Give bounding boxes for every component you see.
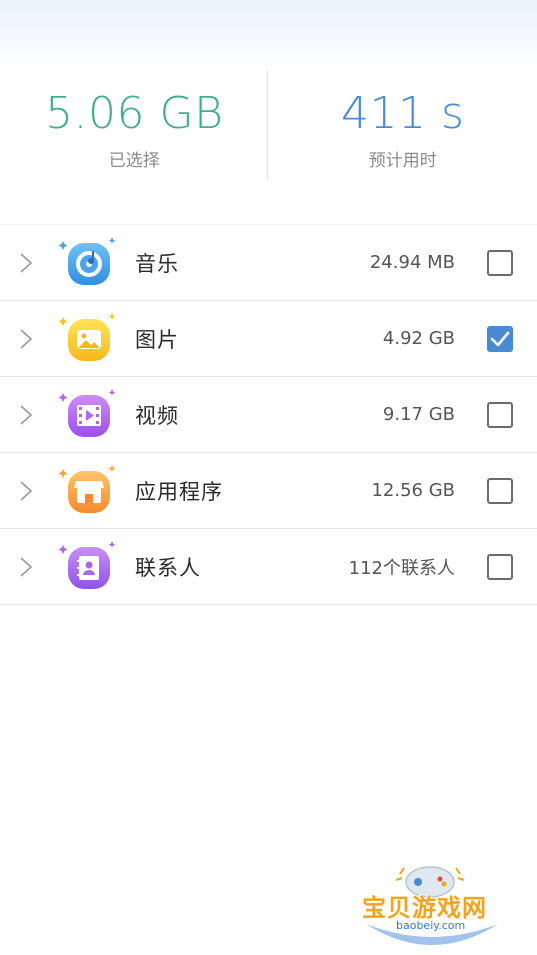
item-size: 4.92 GB — [382, 328, 455, 349]
chevron-right-icon[interactable] — [16, 404, 36, 426]
category-list: 音乐 24.94 MB 图片 4.92 GB 视频 9.17 GB 应用程序 1… — [0, 224, 537, 605]
item-size: 9.17 GB — [382, 404, 455, 425]
chevron-right-icon[interactable] — [16, 480, 36, 502]
item-label: 应用程序 — [135, 479, 223, 504]
item-label: 音乐 — [135, 251, 179, 276]
picture-icon — [58, 313, 116, 361]
item-size: 112个联系人 — [348, 557, 455, 579]
checkmark-icon — [490, 331, 510, 347]
chevron-right-icon[interactable] — [16, 328, 36, 350]
estimated-time-panel: 411 s 预计用时 — [269, 70, 537, 182]
contacts-icon — [58, 541, 116, 589]
item-size: 12.56 GB — [371, 480, 455, 501]
estimated-time-value: 411 s — [341, 88, 465, 139]
item-checkbox[interactable] — [487, 554, 513, 580]
watermark-url: baobeiy.com — [396, 919, 466, 932]
list-item-apps[interactable]: 应用程序 12.56 GB — [0, 453, 537, 529]
watermark-logo: 宝贝游戏网 baobeiy.com — [352, 860, 512, 950]
selected-size-panel: 5.06 GB 已选择 — [0, 70, 269, 182]
watermark-text: 宝贝游戏网 — [362, 894, 487, 922]
selected-size-value: 5.06 GB — [45, 88, 224, 139]
music-disc-icon — [58, 237, 116, 285]
transfer-summary: 5.06 GB 已选择 411 s 预计用时 — [0, 70, 537, 182]
app-store-icon — [58, 465, 116, 513]
item-label: 视频 — [135, 403, 179, 428]
item-label: 图片 — [135, 327, 179, 352]
estimated-time-label: 预计用时 — [368, 151, 437, 171]
summary-divider — [267, 70, 268, 180]
item-label: 联系人 — [135, 555, 201, 580]
item-checkbox[interactable] — [487, 250, 513, 276]
video-icon — [58, 389, 116, 437]
chevron-right-icon[interactable] — [16, 556, 36, 578]
list-item-music[interactable]: 音乐 24.94 MB — [0, 225, 537, 301]
list-item-contacts[interactable]: 联系人 112个联系人 — [0, 529, 537, 605]
list-item-pictures[interactable]: 图片 4.92 GB — [0, 301, 537, 377]
top-gradient — [0, 0, 537, 70]
list-item-video[interactable]: 视频 9.17 GB — [0, 377, 537, 453]
item-size: 24.94 MB — [369, 252, 455, 273]
chevron-right-icon[interactable] — [16, 252, 36, 274]
item-checkbox[interactable] — [487, 402, 513, 428]
item-checkbox[interactable] — [487, 478, 513, 504]
item-checkbox-checked[interactable] — [487, 326, 513, 352]
selected-size-label: 已选择 — [108, 151, 160, 171]
